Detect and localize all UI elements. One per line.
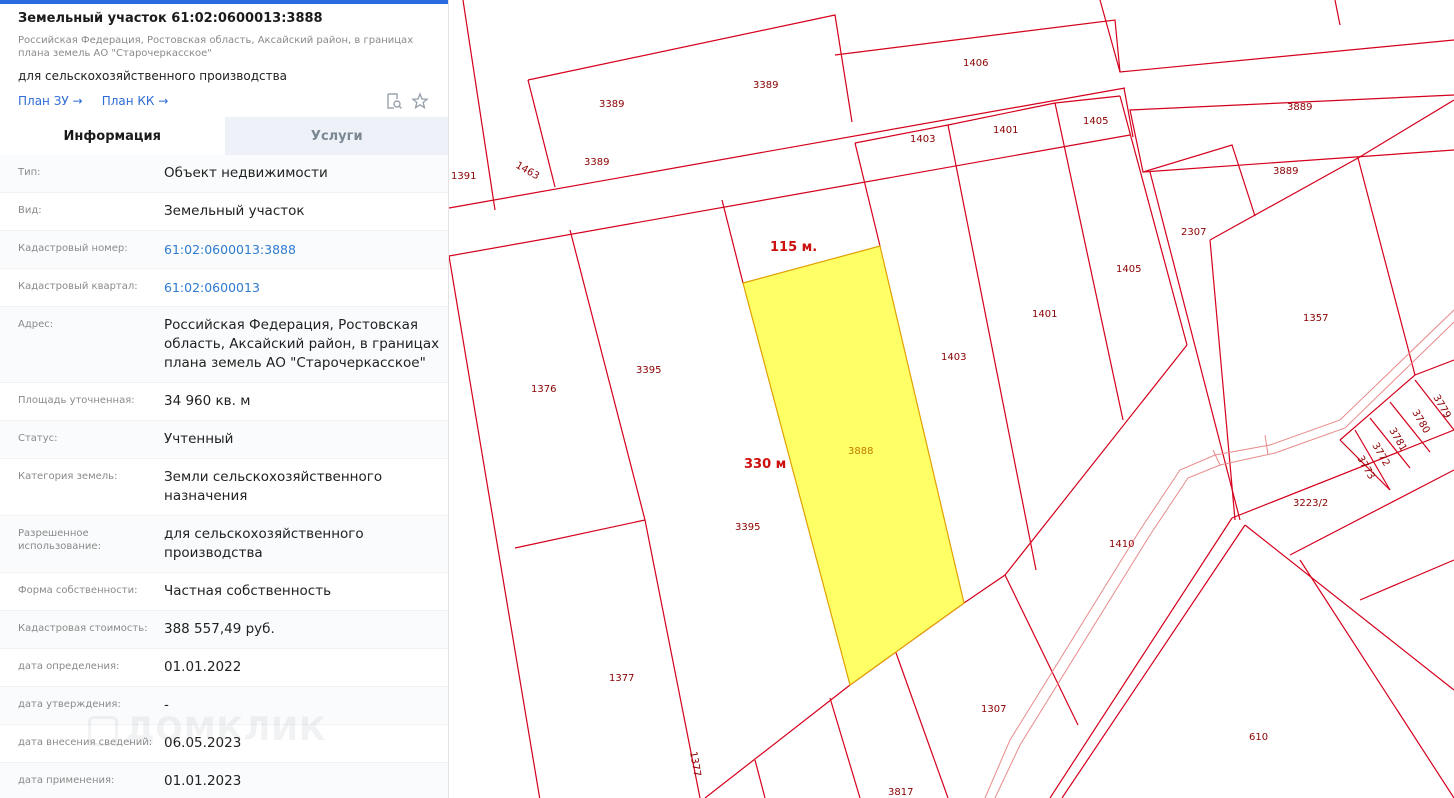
info-row-entry-date: дата внесения сведений: 06.05.2023 (0, 725, 448, 763)
dimension-label-side: 330 м (744, 457, 786, 472)
info-row-permitted-use: Разрешенное использование: для сельскохо… (0, 516, 448, 573)
plot-label: 2307 (1181, 227, 1206, 238)
plot-address: Российская Федерация, Ростовская область… (18, 35, 414, 59)
plot-label: 1377 (609, 673, 634, 684)
plot-boundaries (448, 0, 1454, 798)
plot-label: 1405 (1116, 264, 1141, 275)
plot-label: 1401 (1032, 309, 1057, 320)
row-value: 34 960 кв. м (164, 393, 251, 409)
plot-label: 3395 (636, 365, 661, 376)
row-value: для сельскохозяйственного производства (164, 526, 364, 561)
plot-label: 3888 (848, 446, 873, 457)
plot-label: 1307 (981, 704, 1006, 715)
info-row-cadastral-number: Кадастровый номер: 61:02:0600013:3888 (0, 231, 448, 269)
plot-purpose: для сельскохозяйственного производства (18, 69, 287, 83)
row-label: Кадастровая стоимость: (18, 623, 148, 634)
plot-label: 3389 (753, 80, 778, 91)
plot-label: 3389 (599, 99, 624, 110)
plot-label: 1391 (451, 171, 476, 182)
row-label: дата определения: (18, 661, 120, 672)
tab-info[interactable]: Информация (0, 117, 225, 155)
plot-label: 3889 (1287, 102, 1312, 113)
plot-label: 1376 (531, 384, 556, 395)
plot-title: Земельный участок 61:02:0600013:3888 (18, 11, 323, 26)
panel-tabs: Информация Услуги (0, 117, 448, 155)
row-label: Разрешенное использование: (18, 528, 101, 552)
row-label: дата утверждения: (18, 699, 121, 710)
row-label: Кадастровый номер: (18, 243, 128, 254)
row-value: 01.01.2023 (164, 773, 242, 789)
row-label: Вид: (18, 205, 42, 216)
row-value: Земли сельскохозяйственного назначения (164, 469, 383, 504)
info-panel: Земельный участок 61:02:0600013:3888 Рос… (0, 0, 449, 798)
plot-label: 3780 (1409, 408, 1431, 436)
plot-label: 1357 (1303, 313, 1328, 324)
info-row-land-category: Категория земель: Земли сельскохозяйстве… (0, 459, 448, 516)
plan-zu-link[interactable]: План ЗУ → (18, 94, 83, 108)
plot-label: 3772 (1369, 441, 1391, 469)
row-value: - (164, 697, 169, 713)
document-search-icon[interactable] (385, 92, 403, 110)
row-value: 06.05.2023 (164, 735, 242, 751)
plot-label: 1403 (910, 134, 935, 145)
info-row-cadastral-value: Кадастровая стоимость: 388 557,49 руб. (0, 611, 448, 649)
row-value: Земельный участок (164, 203, 305, 219)
row-label: Форма собственности: (18, 585, 138, 596)
info-table: Тип: Объект недвижимости Вид: Земельный … (0, 155, 448, 798)
plot-label: 1410 (1109, 539, 1134, 550)
plot-label: 3889 (1273, 166, 1298, 177)
plot-label: 610 (1249, 732, 1268, 743)
info-row-address: Адрес: Российская Федерация, Ростовская … (0, 307, 448, 383)
plan-links: План ЗУ → План КК → (18, 88, 430, 114)
plot-label: 1401 (993, 125, 1018, 136)
panel-header: Земельный участок 61:02:0600013:3888 Рос… (0, 0, 448, 114)
row-value: Учтенный (164, 431, 234, 447)
star-icon[interactable] (411, 92, 429, 110)
plot-labels: 1406 3389 3389 3389 3889 3889 1403 1401 … (451, 58, 1453, 798)
cadastral-number-link[interactable]: 61:02:0600013:3888 (164, 240, 296, 259)
plot-label: 3389 (584, 157, 609, 168)
info-row-status: Статус: Учтенный (0, 421, 448, 459)
row-label: Категория земель: (18, 471, 118, 482)
panel-accent-bar (0, 0, 448, 4)
row-value: Российская Федерация, Ростовская область… (164, 317, 440, 371)
row-value: 388 557,49 руб. (164, 621, 275, 637)
cadastral-quarter-link[interactable]: 61:02:0600013 (164, 278, 260, 297)
row-label: Площадь уточненная: (18, 395, 135, 406)
tab-services[interactable]: Услуги (224, 117, 448, 155)
info-row-approval-date: дата утверждения: - (0, 687, 448, 725)
row-label: дата применения: (18, 775, 115, 786)
plot-label: 1406 (963, 58, 988, 69)
plot-label: 3781 (1386, 426, 1408, 454)
row-value: Частная собственность (164, 583, 332, 599)
row-label: Статус: (18, 433, 58, 444)
row-label: Адрес: (18, 319, 54, 330)
info-row-determination-date: дата определения: 01.01.2022 (0, 649, 448, 687)
info-row-type: Тип: Объект недвижимости (0, 155, 448, 193)
row-label: дата внесения сведений: (18, 737, 153, 748)
plan-kk-link[interactable]: План КК → (102, 94, 169, 108)
plot-label: 3395 (735, 522, 760, 533)
info-row-cadastral-quarter: Кадастровый квартал: 61:02:0600013 (0, 269, 448, 307)
plot-label: 3223/2 (1293, 498, 1328, 509)
plot-label: 3817 (888, 787, 913, 798)
plot-label: 1377 (687, 751, 702, 778)
row-label: Тип: (18, 167, 41, 178)
road-lines (984, 309, 1454, 798)
plot-label: 3779 (1430, 393, 1452, 421)
dimension-label-top: 115 м. (770, 240, 817, 255)
plot-label: 1405 (1083, 116, 1108, 127)
info-row-area: Площадь уточненная: 34 960 кв. м (0, 383, 448, 421)
info-row-application-date: дата применения: 01.01.2023 (0, 763, 448, 798)
plot-label: 1463 (514, 160, 542, 182)
row-value: 01.01.2022 (164, 659, 242, 675)
row-label: Кадастровый квартал: (18, 281, 138, 292)
info-row-kind: Вид: Земельный участок (0, 193, 448, 231)
row-value: Объект недвижимости (164, 165, 328, 181)
info-row-ownership: Форма собственности: Частная собственнос… (0, 573, 448, 611)
plot-label: 1403 (941, 352, 966, 363)
